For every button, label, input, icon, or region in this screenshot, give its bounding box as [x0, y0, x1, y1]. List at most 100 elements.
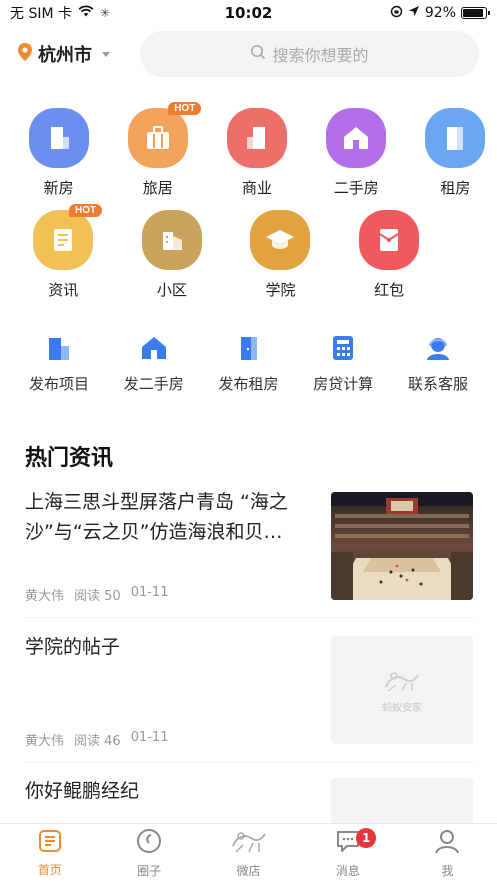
unread-badge: 1 — [356, 828, 377, 848]
wifi-icon — [78, 5, 94, 21]
news-date: 01-11 — [130, 585, 169, 600]
carrier-label: 无 SIM 卡 — [10, 6, 72, 22]
news-title: 上海三思斗型屏落户青岛 “海之沙”与“云之贝”仿造海浪和贝… — [25, 491, 288, 543]
quick-link[interactable]: 发二手房 — [109, 333, 199, 394]
location-pin-icon — [18, 43, 32, 65]
tab-label: 微店 — [236, 864, 261, 878]
status-bar: 无 SIM 卡 ✳ 10:02 92% — [0, 0, 497, 26]
category-office[interactable]: 商业 — [215, 108, 298, 198]
news-date: 01-11 — [130, 730, 169, 745]
tab-label: 首页 — [37, 863, 62, 877]
profile-tab-icon — [434, 828, 460, 858]
quick-link-label: 发布项目 — [28, 375, 89, 393]
tab-label: 消息 — [335, 864, 360, 878]
circle-tab-icon — [136, 828, 162, 858]
tab-bar: 首页 圈子 微店 1 消息 我 — [0, 823, 497, 883]
battery-icon — [461, 7, 490, 19]
category-label: 旅居 — [142, 179, 173, 197]
news-meta: 黄大伟 阅读 50 01-11 — [25, 585, 168, 604]
news-thumbnail — [331, 492, 473, 600]
category-suitcase[interactable]: HOT 旅居 — [116, 102, 202, 198]
header: 杭州市 搜索你想要的 — [0, 30, 497, 78]
divider — [25, 762, 473, 763]
tab-label: 圈子 — [137, 864, 162, 878]
quick-link-label: 发二手房 — [123, 375, 184, 393]
tab-shop[interactable]: 微店 — [199, 824, 298, 883]
category-red-envelope[interactable]: 红包 — [343, 210, 436, 300]
quick-link[interactable]: 联系客服 — [393, 333, 483, 394]
search-placeholder: 搜索你想要的 — [272, 46, 369, 65]
chevron-down-icon — [102, 51, 110, 57]
battery-fill — [463, 9, 484, 17]
news-item[interactable]: 上海三思斗型屏落户青岛 “海之沙”与“云之贝”仿造海浪和贝… 黄大伟 阅读 50… — [25, 487, 473, 607]
section-title: 热门资讯 — [25, 446, 114, 471]
ant-logo-icon — [382, 667, 422, 697]
news-author: 黄大伟 — [25, 734, 65, 749]
home-tab-icon — [38, 829, 62, 857]
tab-messages[interactable]: 1 消息 — [298, 824, 397, 883]
hot-badge: HOT — [168, 102, 202, 115]
category-label: 学院 — [265, 281, 296, 299]
news-item[interactable]: 学院的帖子 黄大伟 阅读 46 01-11 蚂蚁安家 — [25, 632, 473, 752]
hot-badge: HOT — [69, 204, 103, 217]
news-author: 黄大伟 — [25, 589, 65, 604]
news-icon — [33, 210, 94, 270]
quick-link[interactable]: 发布租房 — [204, 333, 294, 394]
news-thumbnail-placeholder — [331, 778, 473, 824]
door-icon — [425, 108, 486, 168]
tab-home[interactable]: 首页 — [0, 824, 99, 883]
category-news[interactable]: HOT 资讯 — [17, 204, 110, 300]
news-reads: 阅读 50 — [74, 589, 121, 604]
category-label: 资讯 — [48, 281, 79, 299]
quick-link-label: 房贷计算 — [313, 375, 374, 393]
news-thumbnail-placeholder: 蚂蚁安家 — [331, 636, 473, 744]
category-house[interactable]: 二手房 — [315, 108, 398, 198]
city-name: 杭州市 — [38, 45, 92, 66]
search-input[interactable]: 搜索你想要的 — [140, 31, 479, 77]
search-icon — [250, 44, 266, 64]
category-label: 新房 — [43, 179, 74, 197]
suitcase-icon — [127, 108, 188, 168]
quick-link-label: 联系客服 — [407, 375, 468, 393]
status-time: 10:02 — [224, 4, 273, 22]
quick-link[interactable]: 发布项目 — [14, 333, 104, 394]
tab-label: 我 — [441, 864, 454, 878]
news-meta: 黄大伟 阅读 46 01-11 — [25, 730, 168, 749]
category-label: 红包 — [374, 281, 405, 299]
community-icon — [141, 210, 202, 270]
placeholder-brand: 蚂蚁安家 — [382, 702, 422, 714]
orientation-lock-icon — [390, 5, 403, 22]
news-item[interactable]: 你好鲲鹏经纪 — [25, 776, 473, 826]
news-title: 学院的帖子 — [25, 636, 121, 658]
graduation-cap-icon — [250, 210, 311, 270]
location-arrow-icon — [408, 5, 420, 21]
category-label: 小区 — [156, 281, 187, 299]
house-icon — [326, 108, 387, 168]
city-selector[interactable]: 杭州市 — [18, 41, 140, 67]
quick-link[interactable]: 房贷计算 — [298, 333, 388, 394]
customer-service-icon — [423, 333, 453, 363]
category-door[interactable]: 租房 — [414, 108, 497, 198]
category-label: 商业 — [242, 179, 273, 197]
tab-circle[interactable]: 圈子 — [99, 824, 198, 883]
battery-percent: 92% — [424, 5, 456, 21]
category-row-2: HOT 资讯 小区 学院 红包 — [0, 204, 497, 300]
loading-spinner-icon: ✳ — [100, 6, 111, 20]
category-building[interactable]: 新房 — [17, 108, 100, 198]
category-community[interactable]: 小区 — [126, 210, 219, 300]
house-icon — [139, 333, 169, 363]
office-icon — [227, 108, 287, 168]
red-envelope-icon — [359, 210, 420, 270]
category-row-1: 新房 HOT 旅居 商业 二手房 租房 — [0, 102, 497, 198]
category-label: 二手房 — [333, 179, 379, 197]
news-title: 你好鲲鹏经纪 — [25, 780, 140, 802]
door-icon — [234, 333, 264, 363]
news-reads: 阅读 46 — [74, 734, 121, 749]
calculator-icon — [328, 333, 358, 363]
tab-profile[interactable]: 我 — [398, 824, 497, 883]
quick-links: 发布项目 发二手房 发布租房 房贷计算 联系客服 — [0, 333, 497, 394]
quick-link-label: 发布租房 — [218, 375, 279, 393]
publish-project-icon — [44, 333, 74, 363]
category-graduation-cap[interactable]: 学院 — [234, 210, 327, 300]
divider — [25, 617, 473, 618]
